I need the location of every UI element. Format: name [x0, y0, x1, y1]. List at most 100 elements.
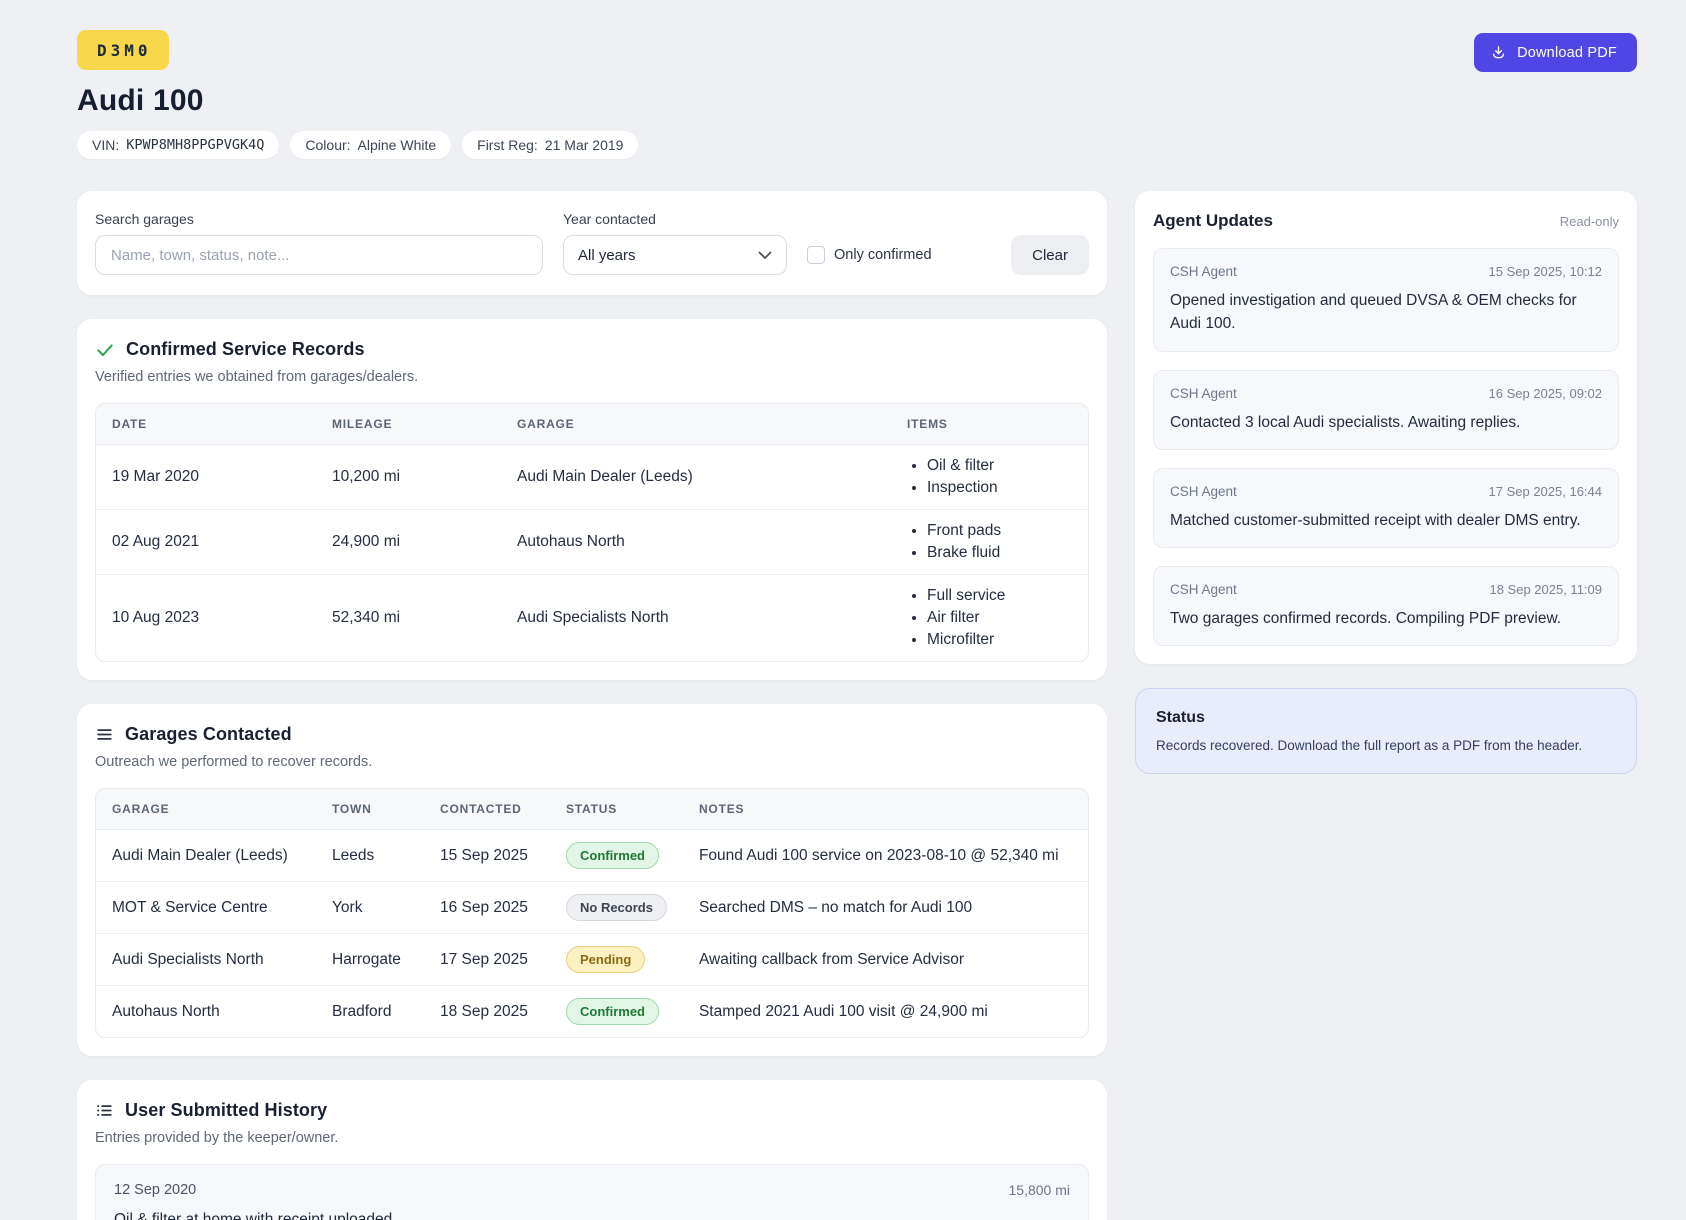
update-message: Opened investigation and queued DVSA & O… — [1170, 289, 1602, 336]
update-message: Matched customer-submitted receipt with … — [1170, 509, 1602, 532]
garage-name: Audi Main Dealer (Leeds) — [96, 830, 316, 882]
first-reg-chip: First Reg: 21 Mar 2019 — [462, 131, 638, 159]
garage-notes: Stamped 2021 Audi 100 visit @ 24,900 mi — [683, 986, 1088, 1038]
download-icon — [1490, 44, 1507, 61]
column-header-garage: GARAGE — [96, 789, 316, 830]
record-item: Oil & filter — [927, 455, 1072, 477]
colour-value: Alpine White — [358, 137, 437, 153]
read-only-badge: Read-only — [1560, 214, 1619, 229]
record-date: 19 Mar 2020 — [96, 445, 316, 510]
user-history-title: User Submitted History — [125, 1100, 327, 1121]
update-timestamp: 18 Sep 2025, 11:09 — [1489, 582, 1602, 597]
update-author: CSH Agent — [1170, 264, 1237, 279]
search-label: Search garages — [95, 211, 543, 227]
table-row: Audi Specialists North Harrogate 17 Sep … — [96, 934, 1088, 986]
garage-contacted: 15 Sep 2025 — [424, 830, 550, 882]
search-input[interactable] — [95, 235, 543, 275]
record-mileage: 52,340 mi — [316, 575, 501, 662]
status-badge: Confirmed — [566, 842, 659, 869]
entry-mileage: 15,800 mi — [1009, 1182, 1070, 1198]
garages-contacted-subtitle: Outreach we performed to recover records… — [95, 754, 1089, 770]
status-panel: Status Records recovered. Download the f… — [1135, 688, 1637, 774]
menu-icon — [95, 725, 114, 744]
record-garage: Audi Specialists North — [501, 575, 891, 662]
confirmed-records-subtitle: Verified entries we obtained from garage… — [95, 369, 1089, 385]
only-confirmed-label: Only confirmed — [834, 247, 932, 263]
status-title: Status — [1156, 709, 1616, 727]
garage-name: MOT & Service Centre — [96, 882, 316, 934]
user-history-subtitle: Entries provided by the keeper/owner. — [95, 1130, 1089, 1146]
garage-town: Harrogate — [316, 934, 424, 986]
vehicle-chips: VIN: KPWP8MH8PPGPVGK4Q Colour: Alpine Wh… — [77, 131, 1637, 159]
garage-notes: Awaiting callback from Service Advisor — [683, 934, 1088, 986]
confirmed-records-title: Confirmed Service Records — [126, 339, 365, 360]
update-author: CSH Agent — [1170, 484, 1237, 499]
update-author: CSH Agent — [1170, 386, 1237, 401]
vin-label: VIN: — [92, 137, 119, 153]
garages-contacted-table: GARAGE TOWN CONTACTED STATUS NOTES Audi … — [96, 789, 1088, 1037]
update-timestamp: 16 Sep 2025, 09:02 — [1489, 386, 1603, 401]
page-title: Audi 100 — [77, 84, 1637, 118]
table-row: 02 Aug 2021 24,900 mi Autohaus North Fro… — [96, 510, 1088, 575]
record-item: Front pads — [927, 520, 1072, 542]
column-header-mileage: MILEAGE — [316, 404, 501, 445]
vin-value: KPWP8MH8PPGPVGK4Q — [126, 137, 264, 153]
entry-note: Oil & filter at home with receipt upload… — [114, 1211, 1070, 1220]
column-header-date: DATE — [96, 404, 316, 445]
garage-notes: Searched DMS – no match for Audi 100 — [683, 882, 1088, 934]
garage-town: Leeds — [316, 830, 424, 882]
garages-contacted-title: Garages Contacted — [125, 724, 292, 745]
user-history-card: User Submitted History Entries provided … — [77, 1080, 1107, 1220]
user-history-entry: 12 Sep 2020 15,800 mi Oil & filter at ho… — [95, 1164, 1089, 1220]
filter-bar: Search garages Year contacted All years … — [77, 191, 1107, 295]
demo-badge: D3M0 — [77, 30, 169, 70]
record-mileage: 10,200 mi — [316, 445, 501, 510]
first-reg-label: First Reg: — [477, 137, 538, 153]
record-items: Oil & filter Inspection — [891, 445, 1088, 510]
record-item: Brake fluid — [927, 542, 1072, 564]
only-confirmed-group: Only confirmed — [807, 235, 932, 275]
table-row: 10 Aug 2023 52,340 mi Audi Specialists N… — [96, 575, 1088, 662]
record-garage: Audi Main Dealer (Leeds) — [501, 445, 891, 510]
status-message: Records recovered. Download the full rep… — [1156, 738, 1616, 753]
table-row: Audi Main Dealer (Leeds) Leeds 15 Sep 20… — [96, 830, 1088, 882]
update-author: CSH Agent — [1170, 582, 1237, 597]
record-mileage: 24,900 mi — [316, 510, 501, 575]
garage-town: Bradford — [316, 986, 424, 1038]
first-reg-value: 21 Mar 2019 — [545, 137, 624, 153]
record-items: Front pads Brake fluid — [891, 510, 1088, 575]
colour-label: Colour: — [305, 137, 350, 153]
year-selected-value: All years — [578, 247, 636, 264]
year-contacted-select[interactable]: All years — [563, 235, 787, 275]
record-item: Full service — [927, 585, 1072, 607]
agent-updates-title: Agent Updates — [1153, 211, 1273, 231]
entry-date: 12 Sep 2020 — [114, 1182, 196, 1198]
clear-filters-button[interactable]: Clear — [1011, 235, 1089, 275]
download-pdf-button[interactable]: Download PDF — [1474, 33, 1637, 72]
agent-update-item: CSH Agent 15 Sep 2025, 10:12 Opened inve… — [1153, 248, 1619, 352]
update-timestamp: 15 Sep 2025, 10:12 — [1489, 264, 1603, 279]
record-item: Air filter — [927, 607, 1072, 629]
garage-contacted: 18 Sep 2025 — [424, 986, 550, 1038]
column-header-notes: NOTES — [683, 789, 1088, 830]
record-item: Inspection — [927, 477, 1072, 499]
search-field-group: Search garages — [95, 211, 543, 275]
status-badge: No Records — [566, 894, 667, 921]
record-item: Microfilter — [927, 629, 1072, 651]
record-date: 10 Aug 2023 — [96, 575, 316, 662]
only-confirmed-checkbox[interactable] — [807, 246, 825, 264]
garage-name: Audi Specialists North — [96, 934, 316, 986]
vin-chip: VIN: KPWP8MH8PPGPVGK4Q — [77, 131, 279, 159]
garages-contacted-card: Garages Contacted Outreach we performed … — [77, 704, 1107, 1056]
update-timestamp: 17 Sep 2025, 16:44 — [1489, 484, 1603, 499]
garage-name: Autohaus North — [96, 986, 316, 1038]
main-column: Search garages Year contacted All years … — [77, 191, 1107, 1220]
sidebar: Agent Updates Read-only CSH Agent 15 Sep… — [1135, 191, 1637, 774]
column-header-items: ITEMS — [891, 404, 1088, 445]
garage-contacted: 16 Sep 2025 — [424, 882, 550, 934]
table-row: Autohaus North Bradford 18 Sep 2025 Conf… — [96, 986, 1088, 1038]
agent-update-item: CSH Agent 18 Sep 2025, 11:09 Two garages… — [1153, 566, 1619, 646]
column-header-town: TOWN — [316, 789, 424, 830]
table-header-row: DATE MILEAGE GARAGE ITEMS — [96, 404, 1088, 445]
table-row: 19 Mar 2020 10,200 mi Audi Main Dealer (… — [96, 445, 1088, 510]
